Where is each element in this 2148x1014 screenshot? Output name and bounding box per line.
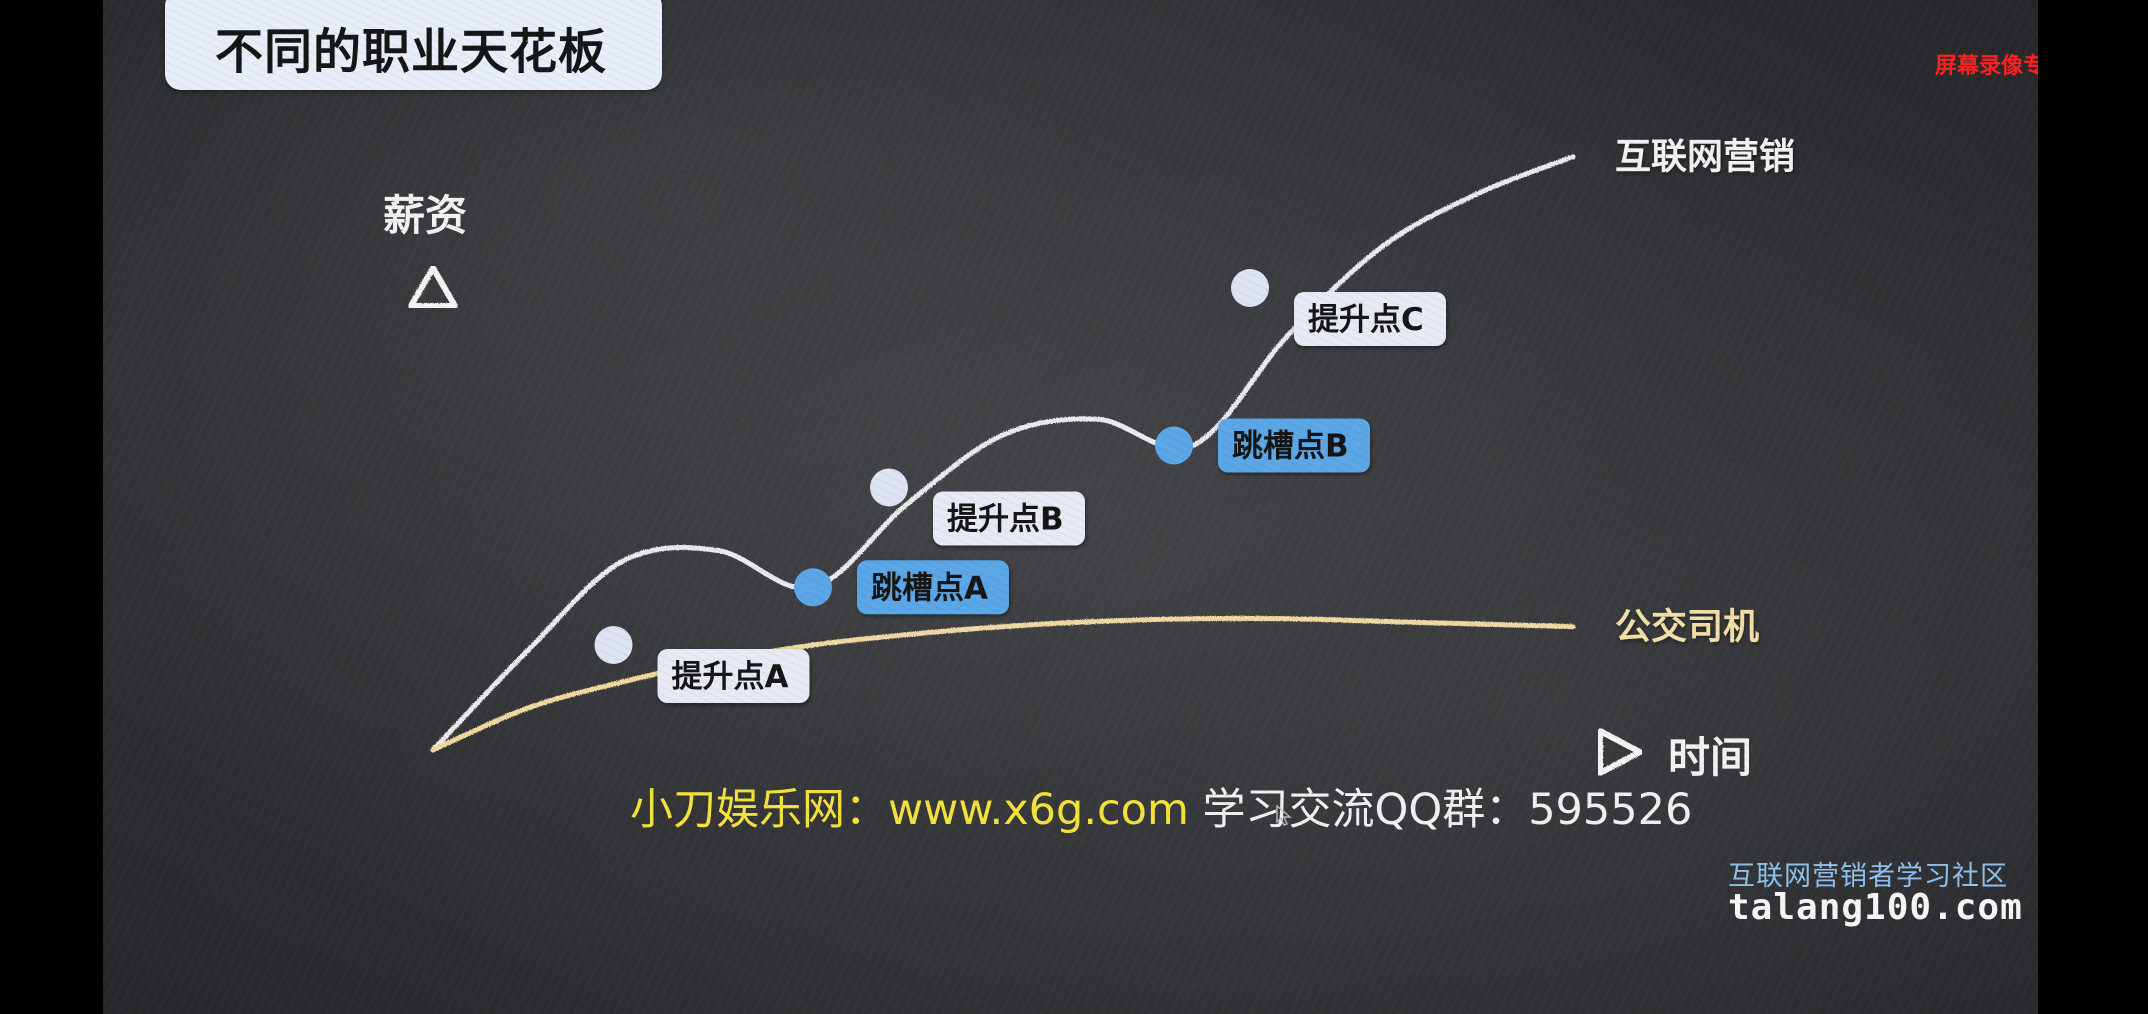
x-axis-arrow: [1597, 728, 1643, 776]
series-label-0: 互联网营销: [1615, 137, 1795, 178]
y-axis-label: 薪资: [383, 191, 467, 240]
mouse-cursor-icon: [1276, 804, 1292, 826]
point-label-4: 提升点C: [1308, 302, 1424, 338]
chalkboard-slide: 不同的职业天花板 薪资 时间 互联网营销 公交司机 提升点A 跳槽点A 提升点B 跳槽点…: [103, 0, 2038, 1014]
point-marker-2: [870, 468, 908, 507]
series-label-1: 公交司机: [1615, 606, 1759, 648]
point-marker-3: [1155, 426, 1193, 465]
series-layer: 互联网营销公交司机: [430, 137, 1795, 753]
point-marker-1: [794, 568, 832, 607]
caption-site: 小刀娱乐网：www.x6g.com: [630, 785, 1189, 835]
recorder-watermark: 屏幕录像专家 未注册: [1935, 54, 2038, 79]
caption-line: 小刀娱乐网：www.x6g.com 学习交流QQ群：595526: [630, 775, 1692, 837]
point-label-3: 跳槽点B: [1232, 429, 1349, 465]
video-frame: 不同的职业天花板 薪资 时间 互联网营销 公交司机 提升点A 跳槽点A 提升点B 跳槽点…: [0, 0, 2148, 1014]
site-domain: talang100.com: [1728, 887, 2023, 928]
caption-qq-group: 学习交流QQ群：595526: [1188, 785, 1693, 835]
point-label-0: 提升点A: [672, 659, 789, 695]
point-marker-0: [594, 626, 633, 664]
points-layer: 提升点A 跳槽点A 提升点B 跳槽点B 提升点C: [594, 269, 1446, 703]
point-marker-4: [1231, 269, 1269, 307]
point-label-2: 提升点B: [947, 502, 1064, 538]
point-label-1: 跳槽点A: [871, 570, 988, 606]
